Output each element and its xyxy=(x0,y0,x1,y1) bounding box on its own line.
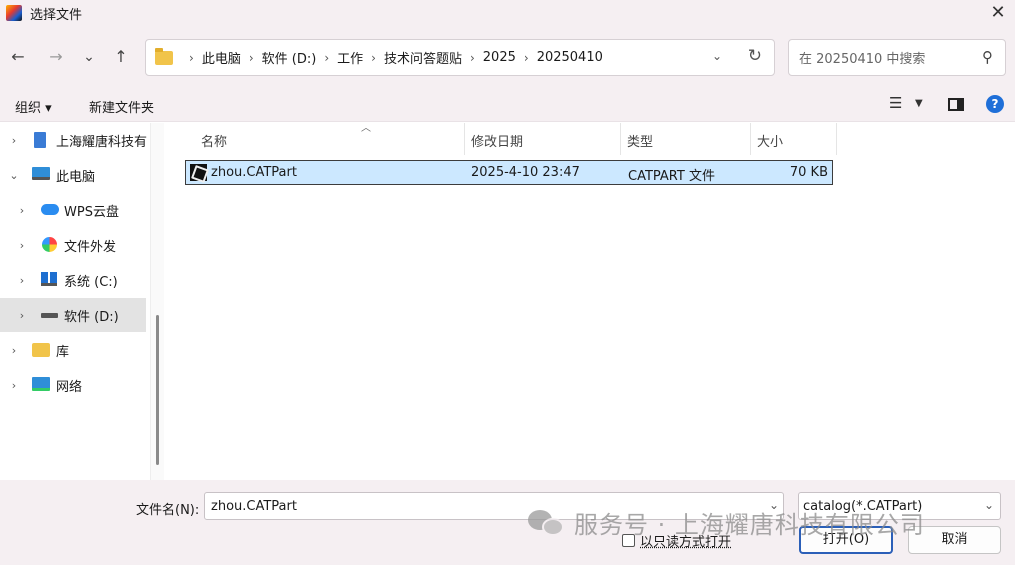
chevron-down-icon[interactable]: ⌄ xyxy=(984,498,994,512)
column-header-date[interactable]: 修改日期 xyxy=(471,123,621,155)
new-folder-button[interactable]: 新建文件夹 xyxy=(89,97,154,116)
filename-value: zhou.CATPart xyxy=(211,499,297,514)
scrollbar-thumb[interactable] xyxy=(156,315,159,465)
filetype-select[interactable]: catalog(*.CATPart) ⌄ xyxy=(798,492,1001,520)
table-row[interactable]: zhou.CATPart 2025-4-10 23:47 CATPART 文件 … xyxy=(185,160,833,185)
chevron-right-icon: › xyxy=(371,50,376,65)
breadcrumb-this-pc[interactable]: 此电脑 xyxy=(202,48,241,67)
close-icon[interactable]: ✕ xyxy=(987,2,1009,24)
address-bar[interactable]: › 此电脑 › 软件 (D:) › 工作 › 技术问答题贴 › 2025 › 2… xyxy=(145,39,775,76)
chevron-right-icon[interactable]: › xyxy=(16,204,28,217)
chevron-down-icon[interactable]: ▼ xyxy=(915,98,923,109)
chevron-right-icon[interactable]: › xyxy=(8,344,20,357)
open-button[interactable]: 打开(O) xyxy=(799,526,893,554)
chevron-down-icon[interactable]: ⌄ xyxy=(712,49,722,63)
file-type: CATPART 文件 xyxy=(628,169,715,184)
sidebar-item-label: 软件 (D:) xyxy=(64,309,119,325)
column-header-size[interactable]: 大小 xyxy=(757,123,837,155)
search-input[interactable]: 在 20250410 中搜索 xyxy=(799,48,925,67)
readonly-label[interactable]: 以只读方式打开 xyxy=(640,531,731,550)
sidebar-item-label: 此电脑 xyxy=(56,169,96,185)
chevron-right-icon: › xyxy=(248,50,254,65)
chevron-down-icon[interactable]: ⌄ xyxy=(8,169,20,182)
breadcrumb-drive-d[interactable]: 软件 (D:) xyxy=(262,48,317,67)
sidebar-item-network[interactable]: › 网络 xyxy=(0,368,146,402)
library-icon xyxy=(32,343,50,357)
sidebar-item-company[interactable]: › 上海耀唐科技有 xyxy=(0,123,148,157)
chevron-right-icon[interactable]: › xyxy=(8,134,20,147)
view-list-icon[interactable]: ☰ xyxy=(889,94,902,112)
column-label: 大小 xyxy=(757,135,784,150)
sort-ascending-icon: ︿ xyxy=(361,123,371,134)
share-icon xyxy=(42,237,57,252)
sidebar-item-drive-c[interactable]: › 系统 (C:) xyxy=(0,263,146,297)
sidebar-item-file-share[interactable]: › 文件外发 xyxy=(0,228,146,262)
chevron-down-icon[interactable]: ⌄ xyxy=(769,498,779,512)
search-icon: ⚲ xyxy=(982,48,993,66)
navigation-pane: › 上海耀唐科技有 ⌄ 此电脑 › WPS云盘 › 文件外发 › 系统 (C:)… xyxy=(0,123,148,480)
filename-input[interactable]: zhou.CATPart ⌄ xyxy=(204,492,784,520)
navigation-bar: ← → ⌄ ↑ › 此电脑 › 软件 (D:) › 工作 › 技术问答题贴 › … xyxy=(0,26,1015,88)
folder-icon xyxy=(155,47,173,65)
window-title: 选择文件 xyxy=(30,7,83,23)
file-list: ︿ 名称 修改日期 类型 大小 zhou.CATPart 2025-4-10 2… xyxy=(165,123,1015,480)
chevron-right-icon[interactable]: › xyxy=(16,239,28,252)
sidebar-item-label: 上海耀唐科技有 xyxy=(56,134,148,150)
windows-drive-icon xyxy=(41,272,57,286)
search-box[interactable]: 在 20250410 中搜索 ⚲ xyxy=(788,39,1006,76)
cancel-button[interactable]: 取消 xyxy=(908,526,1001,554)
column-label: 名称 xyxy=(201,135,228,150)
sidebar-item-this-pc[interactable]: ⌄ 此电脑 xyxy=(0,158,146,192)
sidebar-item-label: 文件外发 xyxy=(64,239,117,255)
dialog-footer: 文件名(N): zhou.CATPart ⌄ catalog(*.CATPart… xyxy=(0,480,1015,565)
sidebar-item-label: 网络 xyxy=(56,379,83,395)
command-bar: 组织 ▾ 新建文件夹 ☰ ▼ ? xyxy=(0,88,1015,122)
app-icon xyxy=(6,5,22,21)
column-header-name[interactable]: ︿ 名称 xyxy=(201,123,465,155)
back-arrow-icon[interactable]: ← xyxy=(7,46,29,68)
breadcrumb-20250410[interactable]: 20250410 xyxy=(537,50,603,65)
preview-pane-icon[interactable] xyxy=(948,98,964,111)
chevron-right-icon: › xyxy=(523,50,529,65)
sidebar-item-label: 库 xyxy=(56,344,70,360)
filename-label: 文件名(N): xyxy=(136,503,200,518)
column-header-type[interactable]: 类型 xyxy=(627,123,751,155)
cloud-icon xyxy=(41,204,59,215)
breadcrumb-work[interactable]: 工作 xyxy=(337,48,363,67)
column-label: 修改日期 xyxy=(471,135,524,150)
chevron-right-icon[interactable]: › xyxy=(8,379,20,392)
chevron-right-icon: › xyxy=(189,50,194,65)
sidebar-item-wps-cloud[interactable]: › WPS云盘 xyxy=(0,193,146,227)
chevron-right-icon[interactable]: › xyxy=(16,274,28,287)
forward-arrow-icon[interactable]: → xyxy=(45,46,67,68)
drive-icon xyxy=(41,313,58,318)
up-arrow-icon[interactable]: ↑ xyxy=(110,46,132,68)
breadcrumb-2025[interactable]: 2025 xyxy=(483,50,516,65)
refresh-icon[interactable]: ↻ xyxy=(748,46,762,66)
network-icon xyxy=(32,377,50,391)
sidebar-item-label: 系统 (C:) xyxy=(64,274,118,290)
file-size: 70 KB xyxy=(789,165,828,180)
chevron-right-icon: › xyxy=(324,50,330,65)
sidebar-item-label: WPS云盘 xyxy=(64,204,119,220)
chevron-right-icon: › xyxy=(469,50,475,65)
title-bar: 选择文件 ✕ xyxy=(0,0,1015,26)
chevron-right-icon[interactable]: › xyxy=(16,309,28,322)
organize-button[interactable]: 组织 ▾ xyxy=(15,97,52,116)
sidebar-scrollbar[interactable] xyxy=(150,123,164,480)
column-label: 类型 xyxy=(627,135,654,150)
recent-locations-chevron-icon[interactable]: ⌄ xyxy=(78,46,100,68)
file-name: zhou.CATPart xyxy=(211,165,297,180)
computer-icon xyxy=(32,167,50,180)
sidebar-item-drive-d[interactable]: › 软件 (D:) xyxy=(0,298,146,332)
help-icon[interactable]: ? xyxy=(986,95,1004,113)
catpart-file-icon xyxy=(190,164,207,181)
filetype-value: catalog(*.CATPart) xyxy=(803,499,923,514)
sidebar-item-library[interactable]: › 库 xyxy=(0,333,146,367)
readonly-checkbox[interactable] xyxy=(622,534,635,547)
building-icon xyxy=(34,132,46,148)
breadcrumb-tech-qa[interactable]: 技术问答题贴 xyxy=(384,48,462,67)
file-date: 2025-4-10 23:47 xyxy=(471,165,580,180)
